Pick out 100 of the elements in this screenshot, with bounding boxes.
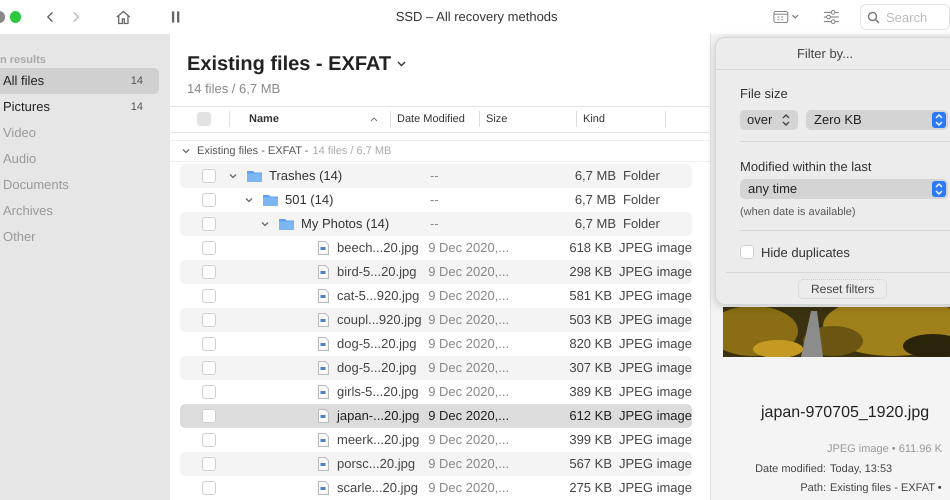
size-cell-text: 275 KB — [568, 479, 612, 498]
sidebar-heading: n results — [0, 53, 47, 68]
comparison-select[interactable]: over — [740, 110, 798, 130]
hint-text: (when date is available) — [740, 205, 857, 220]
row-checkbox[interactable] — [202, 216, 216, 231]
column-header[interactable]: Size — [480, 111, 576, 128]
file-row[interactable]: cat-5...920.jpg 9 Dec 2020,... 581 KB JPEG image — [180, 284, 692, 308]
sidebar-item[interactable]: All files 14 — [0, 68, 159, 94]
date-cell-text: 9 Dec 2020,... — [428, 263, 510, 282]
file-row[interactable]: porsc...20.jpg 9 Dec 2020,... 567 KB JPEG image — [180, 452, 692, 476]
size-cell-text: 820 KB — [568, 335, 612, 354]
file-row[interactable]: beech...20.jpg 9 Dec 2020,... 618 KB JPEG image — [180, 236, 692, 260]
row-checkbox[interactable] — [202, 192, 216, 207]
caret-icon[interactable] — [397, 61, 406, 67]
size-cell-text: 6,7 MB — [574, 215, 616, 234]
size-cell-text: 307 KB — [568, 359, 612, 378]
view-options-icon[interactable] — [772, 10, 800, 24]
forward-icon[interactable] — [71, 10, 81, 24]
date-cell-text: 9 Dec 2020,... — [428, 431, 510, 450]
date-cell-text: -- — [430, 215, 440, 234]
folder-icon — [278, 216, 295, 231]
file-row[interactable]: bird-5...20.jpg 9 Dec 2020,... 298 KB JPEG image — [180, 260, 692, 284]
row-checkbox[interactable] — [202, 456, 216, 471]
file-row[interactable]: dog-5...20.jpg 9 Dec 2020,... 307 KB JPEG image — [180, 356, 692, 380]
window-title: SSD – All recovery methods — [396, 8, 558, 26]
row-checkbox[interactable] — [202, 240, 216, 255]
sidebar-item[interactable]: Pictures 14 — [0, 94, 159, 120]
field-label: Modified within the last — [740, 158, 873, 176]
hide-duplicates-checkbox[interactable] — [740, 245, 754, 260]
file-row[interactable]: japan-...20.jpg 9 Dec 2020,... 612 KB JPEG image — [180, 404, 692, 428]
image-file-icon — [318, 264, 329, 279]
row-checkbox[interactable] — [202, 432, 216, 447]
image-file-icon — [318, 288, 329, 303]
detail-value: Existing files - EXFAT • — [830, 481, 942, 496]
row-checkbox[interactable] — [202, 360, 216, 375]
row-checkbox[interactable] — [202, 384, 216, 399]
back-icon[interactable] — [46, 10, 56, 24]
size-cell-text: 399 KB — [568, 431, 612, 450]
size-cell-text: 298 KB — [568, 263, 612, 282]
modified-select[interactable]: any time — [740, 179, 948, 199]
stepper-icon — [932, 181, 946, 197]
row-checkbox[interactable] — [202, 168, 216, 183]
row-checkbox[interactable] — [202, 312, 216, 327]
image-file-icon — [318, 480, 329, 495]
kind-cell-text: JPEG image — [619, 383, 692, 402]
folder-icon — [246, 168, 263, 183]
date-cell-text: -- — [430, 167, 440, 186]
file-name: coupl...920.jpg — [337, 311, 422, 330]
file-name: beech...20.jpg — [337, 239, 419, 258]
row-checkbox[interactable] — [202, 264, 216, 279]
kind-cell-text: JPEG image — [619, 263, 692, 282]
file-row[interactable]: girls-5...20.jpg 9 Dec 2020,... 389 KB JPEG image — [180, 380, 692, 404]
file-row[interactable]: dog-5...20.jpg 9 Dec 2020,... 820 KB JPEG image — [180, 332, 692, 356]
zoom-window-icon[interactable] — [10, 11, 22, 23]
column-header[interactable]: Kind — [577, 111, 665, 128]
date-cell-text: -- — [430, 191, 440, 210]
location-title[interactable]: Existing files - EXFAT — [187, 49, 392, 79]
location-subtitle: 14 files / 6,7 MB — [187, 81, 280, 96]
sort-ascending-icon — [370, 116, 378, 122]
file-row[interactable]: My Photos (14) -- 6,7 MB Folder — [180, 212, 692, 236]
date-cell-text: 9 Dec 2020,... — [428, 407, 510, 426]
image-file-icon — [318, 408, 329, 423]
column-header[interactable]: Date Modified — [391, 111, 479, 128]
size-cell-text: 567 KB — [568, 455, 612, 474]
preview-filename: japan-970705_1920.jpg — [760, 403, 930, 423]
row-checkbox[interactable] — [202, 408, 216, 423]
image-file-icon — [318, 336, 329, 351]
search-field[interactable]: Search — [860, 4, 950, 30]
file-row[interactable]: meerk...20.jpg 9 Dec 2020,... 399 KB JPEG image — [180, 428, 692, 452]
file-row[interactable]: Trashes (14) -- 6,7 MB Folder — [180, 164, 692, 188]
field-label: File size — [740, 85, 789, 103]
folder-icon — [262, 192, 279, 207]
row-checkbox[interactable] — [202, 336, 216, 351]
size-cell-text: 6,7 MB — [574, 191, 616, 210]
detail-label: Date modified: — [754, 462, 826, 476]
row-checkbox[interactable] — [202, 288, 216, 303]
kind-cell-text: JPEG image — [619, 239, 692, 258]
kind-cell-text: JPEG image — [619, 359, 692, 378]
search-icon — [867, 11, 880, 24]
size-select[interactable]: Zero KB — [806, 110, 948, 130]
file-row[interactable]: coupl...920.jpg 9 Dec 2020,... 503 KB JPEG image — [180, 308, 692, 332]
file-name: dog-5...20.jpg — [337, 335, 417, 354]
checkbox-label: Hide duplicates — [761, 244, 850, 262]
file-name: bird-5...20.jpg — [337, 263, 416, 282]
date-cell-text: 9 Dec 2020,... — [428, 455, 510, 474]
filter-icon[interactable] — [823, 9, 840, 25]
image-file-icon — [318, 312, 329, 327]
image-file-icon — [318, 432, 329, 447]
size-cell-text: 581 KB — [568, 287, 612, 306]
pause-icon[interactable] — [171, 10, 181, 24]
stepper-icon — [932, 112, 946, 128]
row-checkbox[interactable] — [202, 480, 216, 495]
file-row[interactable]: 501 (14) -- 6,7 MB Folder — [180, 188, 692, 212]
home-icon[interactable] — [114, 8, 132, 26]
group-title: Existing files - EXFAT - — [197, 144, 308, 159]
image-file-icon — [318, 456, 329, 471]
column-header[interactable]: Name — [230, 111, 390, 128]
reset-filters-button[interactable]: Reset filters — [798, 279, 888, 299]
kind-cell-text: Folder — [623, 215, 660, 234]
file-row[interactable]: scarle...20.jpg 9 Dec 2020,... 275 KB JPEG image — [180, 476, 692, 500]
